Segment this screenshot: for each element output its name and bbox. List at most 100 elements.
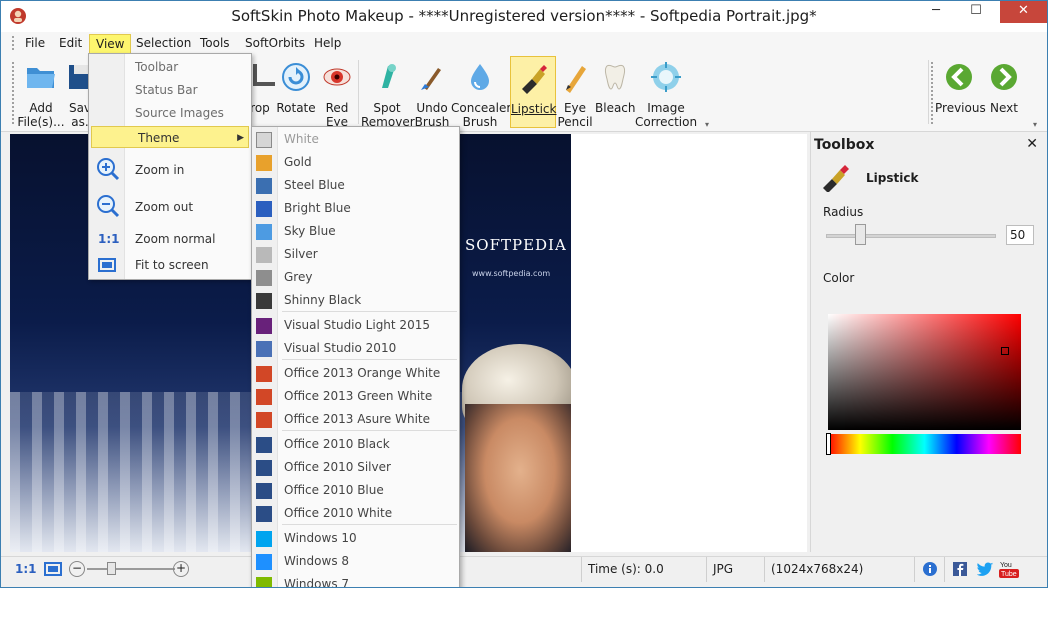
theme-item-shinny-black[interactable]: Shinny Black: [252, 289, 459, 312]
toolbar-overflow-icon[interactable]: ▾: [705, 120, 709, 129]
menu-edit[interactable]: Edit: [53, 34, 88, 54]
theme-item-office-2013-orange-white[interactable]: Office 2013 Orange White: [252, 362, 459, 385]
add-files-button[interactable]: Add File(s)...: [17, 56, 65, 129]
theme-item-visual-studio-light-2015[interactable]: Visual Studio Light 2015: [252, 314, 459, 337]
theme-item-silver[interactable]: Silver: [252, 243, 459, 266]
bleach-button[interactable]: Bleach: [595, 56, 636, 128]
toolbox-close-icon[interactable]: ✕: [1026, 136, 1038, 152]
theme-item-windows-8[interactable]: Windows 8: [252, 550, 459, 573]
toolbox-panel: Toolbox ✕ Lipstick Radius 50 Color: [810, 132, 1047, 552]
zoom-normal-status-button[interactable]: 1:1: [11, 557, 37, 582]
arrow-right-icon: [991, 64, 1017, 90]
view-menu-zoom-in[interactable]: Zoom in: [89, 152, 251, 188]
toolbar-grip: [12, 62, 15, 124]
color-picker-square[interactable]: [828, 314, 1021, 430]
theme-item-office-2013-asure-white[interactable]: Office 2013 Asure White: [252, 408, 459, 431]
portrait-face: [465, 404, 571, 552]
toolbar-overflow-icon-2[interactable]: ▾: [1033, 120, 1037, 129]
theme-item-office-2010-black[interactable]: Office 2010 Black: [252, 433, 459, 456]
menu-selection[interactable]: Selection: [130, 34, 197, 54]
red-eye-icon: [323, 68, 351, 86]
toolbar-separator-2: [928, 60, 929, 124]
minimize-button[interactable]: ─: [921, 1, 951, 23]
twitter-icon[interactable]: [977, 562, 993, 576]
theme-item-grey[interactable]: Grey: [252, 266, 459, 289]
zoom-slider-thumb[interactable]: [107, 562, 116, 575]
menu-file[interactable]: File: [19, 34, 51, 54]
theme-item-sky-blue[interactable]: Sky Blue: [252, 220, 459, 243]
theme-item-gold[interactable]: Gold: [252, 151, 459, 174]
view-menu-toolbar[interactable]: Toolbar: [89, 56, 251, 78]
theme-office-2013-asure-white-icon: [256, 412, 272, 428]
view-menu-theme[interactable]: Theme ▶: [91, 126, 249, 148]
lipstick-button[interactable]: Lipstick: [510, 56, 556, 128]
hue-slider-marker[interactable]: [826, 433, 831, 455]
zoom-minus-icon[interactable]: −: [69, 561, 85, 577]
rotate-button[interactable]: Rotate: [275, 56, 317, 128]
radius-value-input[interactable]: 50: [1006, 225, 1034, 245]
menu-view[interactable]: View: [89, 34, 132, 54]
toolbox-title: Toolbox: [814, 137, 875, 153]
zoom-slider-track[interactable]: [87, 568, 175, 570]
close-button[interactable]: ✕: [1000, 1, 1047, 23]
theme-item-office-2010-white[interactable]: Office 2010 White: [252, 502, 459, 525]
zoom-plus-icon[interactable]: +: [173, 561, 189, 577]
view-menu-theme-label: Theme: [138, 131, 180, 145]
image-correction-button[interactable]: Image Correction: [635, 56, 697, 129]
theme-item-office-2010-silver[interactable]: Office 2010 Silver: [252, 456, 459, 479]
theme-office-2010-white-icon: [256, 506, 272, 522]
theme-item-bright-blue[interactable]: Bright Blue: [252, 197, 459, 220]
window-title: SoftSkin Photo Makeup - ****Unregistered…: [231, 7, 817, 25]
theme-item-windows-10[interactable]: Windows 10: [252, 527, 459, 550]
theme-visual-studio-2010-icon: [256, 341, 272, 357]
fit-screen-icon[interactable]: [43, 561, 63, 577]
color-picker-marker[interactable]: [1001, 347, 1009, 355]
theme-menu-separator: [282, 430, 457, 431]
previous-button[interactable]: Previous: [935, 56, 986, 128]
view-menu-status-bar[interactable]: Status Bar: [89, 79, 251, 101]
undo-brush-button[interactable]: Undo Brush: [413, 56, 451, 129]
view-menu-source-images[interactable]: Source Images: [89, 102, 251, 124]
theme-item-visual-studio-2010[interactable]: Visual Studio 2010: [252, 337, 459, 360]
size-status: (1024x768x24): [764, 557, 914, 582]
youtube-icon[interactable]: You Tube: [999, 559, 1019, 579]
view-menu-zoom-normal[interactable]: 1:1 Zoom normal: [89, 228, 251, 250]
radius-slider-track[interactable]: [826, 234, 996, 238]
maximize-button[interactable]: ☐: [961, 1, 991, 23]
theme-submenu: White Gold Steel Blue Bright Blue Sky Blue Si…: [251, 126, 460, 587]
theme-item-label: Bright Blue: [284, 201, 351, 215]
theme-item-label: Silver: [284, 247, 318, 261]
concealer-brush-icon: [471, 64, 489, 90]
photo-site-text: www.softpedia.com: [472, 269, 551, 278]
facebook-icon[interactable]: [953, 562, 967, 576]
social-cell: You Tube: [944, 557, 1047, 582]
concealer-brush-button[interactable]: Concealer Brush: [451, 56, 512, 129]
theme-item-label: Shinny Black: [284, 293, 362, 307]
spot-remover-label: Spot Remover: [361, 101, 415, 129]
submenu-arrow-icon: ▶: [237, 133, 244, 143]
view-menu-fit-to-screen[interactable]: Fit to screen: [89, 254, 251, 276]
theme-white-icon: [256, 132, 272, 148]
radius-slider-thumb[interactable]: [855, 224, 866, 245]
theme-item-windows-7[interactable]: Windows 7: [252, 573, 459, 587]
concealer-brush-label: Concealer Brush: [451, 101, 512, 129]
theme-item-label: Office 2010 Blue: [284, 483, 384, 497]
menu-softorbits[interactable]: SoftOrbits: [239, 34, 311, 54]
menu-tools[interactable]: Tools: [194, 34, 236, 54]
photo-brand-text: SOFTPEDIA: [465, 236, 567, 254]
theme-menu-separator: [282, 311, 457, 312]
info-icon[interactable]: [923, 562, 937, 576]
theme-item-office-2013-green-white[interactable]: Office 2013 Green White: [252, 385, 459, 408]
red-eye-button[interactable]: Red Eye: [319, 56, 355, 129]
hue-slider[interactable]: [828, 434, 1021, 454]
menu-help[interactable]: Help: [308, 34, 347, 54]
theme-item-steel-blue[interactable]: Steel Blue: [252, 174, 459, 197]
toolbar-grip-2: [931, 62, 934, 124]
theme-item-white[interactable]: White: [252, 128, 459, 151]
view-menu-zoom-out[interactable]: Zoom out: [89, 189, 251, 225]
fit-to-screen-icon: [98, 258, 116, 272]
eye-pencil-button[interactable]: Eye Pencil: [557, 56, 593, 129]
next-button[interactable]: Next: [985, 56, 1023, 128]
theme-item-office-2010-blue[interactable]: Office 2010 Blue: [252, 479, 459, 502]
spot-remover-button[interactable]: Spot Remover: [361, 56, 415, 129]
